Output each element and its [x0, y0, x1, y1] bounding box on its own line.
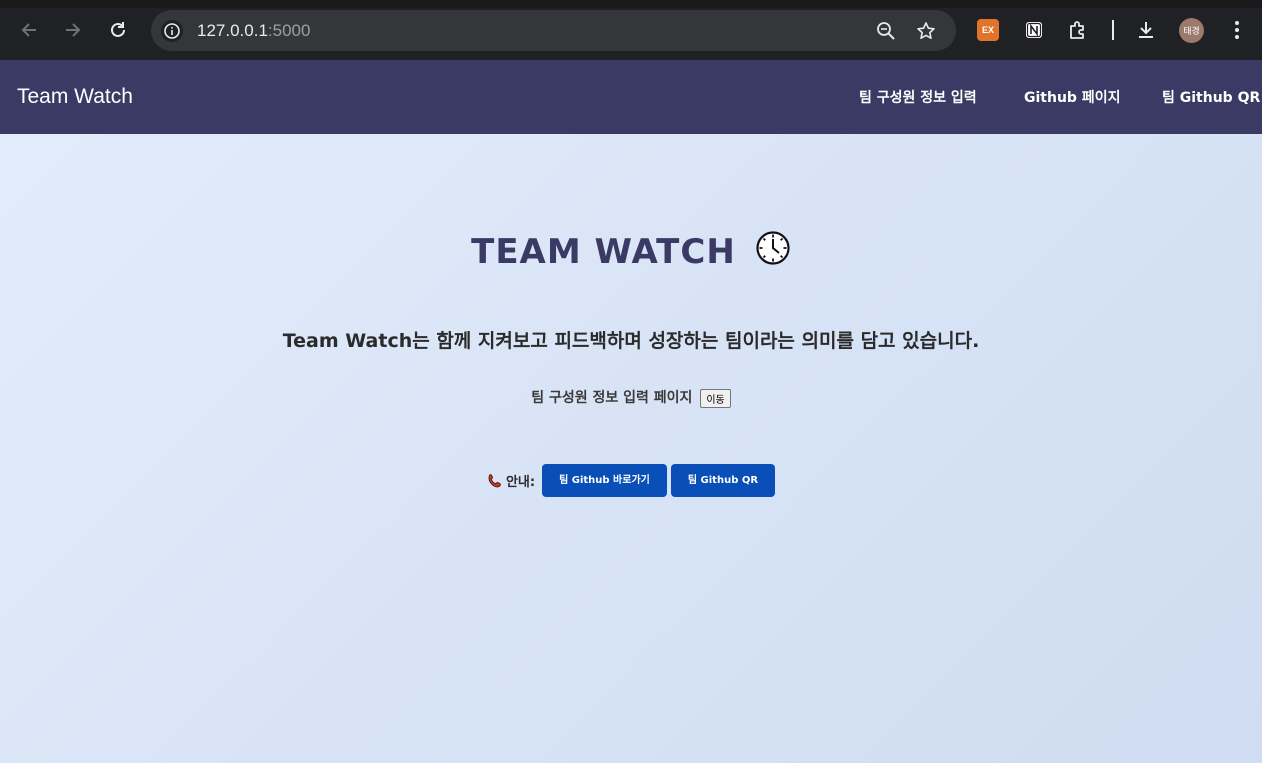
back-arrow-icon[interactable]	[13, 14, 45, 46]
hero-heading: TEAM WATCH	[0, 230, 1262, 272]
bookmark-star-icon[interactable]	[914, 19, 938, 43]
avatar[interactable]: 태경	[1179, 18, 1204, 43]
reload-icon[interactable]	[102, 14, 134, 46]
move-button[interactable]: 이동	[700, 388, 731, 408]
phone-icon	[487, 473, 503, 489]
member-info-label: 팀 구성원 정보 입력 페이지	[531, 390, 693, 406]
site-navbar: Team Watch 팀 구성원 정보 입력 Github 페이지 팀 Gith…	[0, 60, 1262, 134]
github-qr-button[interactable]: 팀 Github QR	[670, 464, 776, 497]
url-text: 127.0.0.1:5000	[197, 10, 310, 51]
hero-subtitle: Team Watch는 함께 지켜보고 피드백하며 성장하는 팀이라는 의미를 …	[282, 330, 980, 352]
site-info-icon[interactable]	[161, 20, 183, 42]
address-bar[interactable]: 127.0.0.1:5000	[151, 10, 956, 51]
page-content: Team Watch 팀 구성원 정보 입력 Github 페이지 팀 Gith…	[0, 60, 1262, 763]
member-info-row: 팀 구성원 정보 입력 페이지 이동	[0, 387, 1262, 408]
extensions-puzzle-icon[interactable]	[1067, 19, 1089, 41]
nav-link-github[interactable]: Github 페이지	[1024, 60, 1120, 134]
guide-row: 안내: 팀 Github 바로가기 팀 Github QR	[0, 464, 1262, 497]
menu-kebab-icon[interactable]	[1226, 19, 1248, 41]
github-link-button[interactable]: 팀 Github 바로가기	[542, 464, 667, 497]
brand-title[interactable]: Team Watch	[17, 60, 133, 134]
download-icon[interactable]	[1135, 19, 1157, 41]
nav-link-github-qr[interactable]: 팀 Github QR	[1162, 60, 1260, 134]
page-title: TEAM WATCH	[471, 232, 736, 272]
zoom-icon[interactable]	[874, 19, 898, 43]
ex-extension-icon[interactable]: EX	[977, 19, 999, 41]
tab-strip	[0, 0, 1262, 8]
nav-link-member-info[interactable]: 팀 구성원 정보 입력	[859, 60, 977, 134]
guide-label: 안내:	[505, 475, 536, 490]
notion-icon[interactable]	[1023, 19, 1045, 41]
toolbar-divider	[1112, 20, 1114, 40]
url-host: 127.0.0.1	[197, 21, 268, 40]
url-port: :5000	[267, 21, 311, 40]
clock-icon	[755, 230, 791, 266]
browser-toolbar: 127.0.0.1:5000 EX 태경	[0, 0, 1262, 60]
forward-arrow-icon[interactable]	[57, 14, 89, 46]
